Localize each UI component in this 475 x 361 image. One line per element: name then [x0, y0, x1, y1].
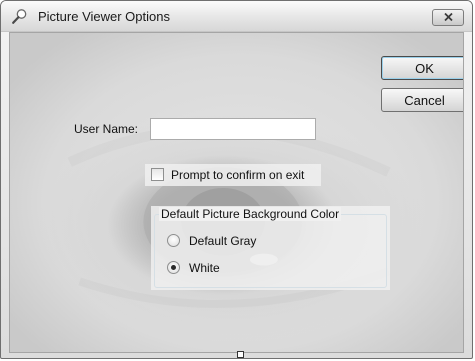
prompt-confirm-checkbox[interactable] — [151, 168, 164, 181]
dialog-client-area: OK Cancel User Name: Prompt to confirm o… — [9, 32, 464, 353]
title-bar[interactable]: Picture Viewer Options — [1, 1, 472, 32]
username-label: User Name: — [74, 122, 139, 136]
groupbox-frame — [154, 214, 387, 288]
prompt-confirm-checkbox-row[interactable]: Prompt to confirm on exit — [145, 164, 321, 186]
close-button[interactable] — [432, 9, 464, 26]
prompt-confirm-label[interactable]: Prompt to confirm on exit — [171, 168, 304, 182]
window-title: Picture Viewer Options — [38, 9, 170, 24]
radio-white-button[interactable] — [167, 261, 180, 274]
cancel-button[interactable]: Cancel — [381, 88, 463, 112]
ok-button[interactable]: OK — [381, 56, 463, 80]
eye-background-image — [67, 124, 391, 308]
magnifier-icon — [11, 8, 28, 25]
radio-white-label[interactable]: White — [189, 261, 220, 275]
options-window: Picture Viewer Options OK Cancel User Na… — [0, 0, 473, 359]
radio-default-gray-label[interactable]: Default Gray — [189, 234, 256, 248]
username-input[interactable] — [150, 118, 316, 140]
resize-handle[interactable] — [237, 351, 244, 358]
close-icon — [443, 9, 454, 27]
radio-default-gray-button[interactable] — [167, 234, 180, 247]
background-color-groupbox: Default Picture Background Color Default… — [151, 206, 390, 290]
groupbox-title: Default Picture Background Color — [159, 207, 342, 221]
